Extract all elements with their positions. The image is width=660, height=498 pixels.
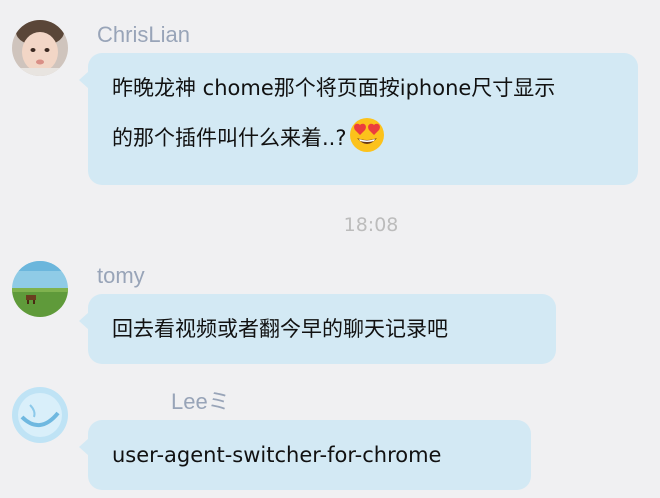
message-bubble[interactable]: 昨晚龙神 chome那个将页面按iphone尺寸显示 的那个插件叫什么来着..?	[79, 53, 638, 185]
message-bubble[interactable]: 回去看视频或者翻今早的聊天记录吧	[79, 294, 556, 364]
sender-avatar-chrislian[interactable]	[12, 20, 68, 76]
message-text-line: 昨晚龙神 chome那个将页面按iphone尺寸显示	[112, 76, 556, 100]
message-text-line: user-agent-switcher-for-chrome	[112, 443, 442, 467]
heart-eyes-emoji-icon	[349, 117, 385, 171]
baby-avatar-icon	[12, 20, 68, 76]
timestamp: 18:08	[343, 214, 399, 236]
message-text-line: 回去看视频或者翻今早的聊天记录吧	[112, 317, 448, 341]
sender-avatar-tomy[interactable]	[12, 261, 68, 317]
sender-avatar-lee[interactable]	[12, 387, 68, 443]
sender-name: Leeミ	[171, 389, 230, 414]
landscape-avatar-icon	[12, 261, 68, 317]
sender-name: tomy	[97, 263, 145, 288]
message-bubble[interactable]: user-agent-switcher-for-chrome	[79, 420, 531, 490]
blue-swirl-avatar-icon	[12, 387, 68, 443]
message-text-line: 的那个插件叫什么来着..?	[112, 126, 347, 150]
sender-name: ChrisLian	[97, 22, 190, 47]
